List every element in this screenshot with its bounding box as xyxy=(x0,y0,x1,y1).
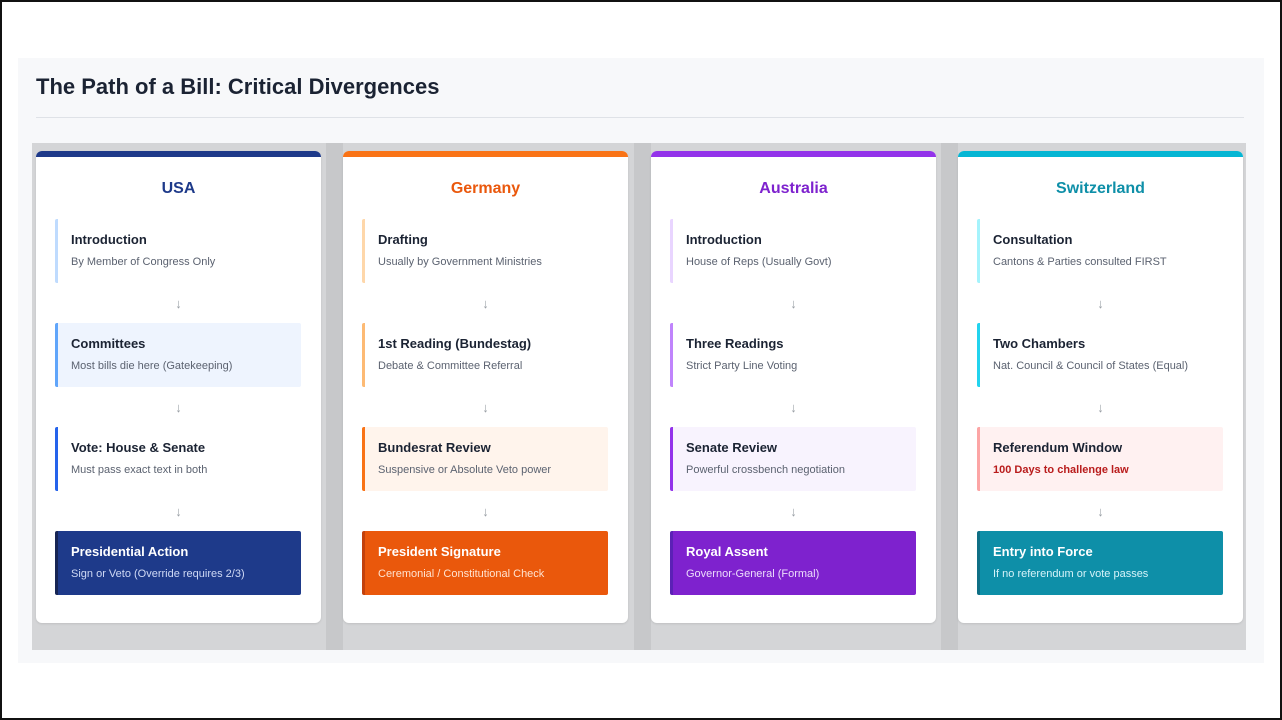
comparison-stage: USA Introduction By Member of Congress O… xyxy=(32,143,1246,650)
step-description: Governor-General (Formal) xyxy=(686,568,820,580)
down-arrow-icon: ↓ xyxy=(175,296,182,311)
country-title: USA xyxy=(161,180,196,197)
step-description: Sign or Veto (Override requires 2/3) xyxy=(71,568,245,580)
country-title: Germany xyxy=(450,180,521,197)
step-description: Most bills die here (Gatekeeping) xyxy=(71,360,233,372)
step-description: Nat. Council & Council of States (Equal) xyxy=(993,360,1189,372)
step-title: Entry into Force xyxy=(993,544,1093,559)
step-title: Introduction xyxy=(686,232,762,247)
title-divider xyxy=(36,117,1244,118)
down-arrow-icon: ↓ xyxy=(790,504,797,519)
down-arrow-icon: ↓ xyxy=(482,400,489,415)
down-arrow-icon: ↓ xyxy=(175,504,182,519)
country-title: Australia xyxy=(759,180,828,197)
step-card-final: Royal Assent Governor-General (Formal) xyxy=(670,531,916,595)
down-arrow-icon: ↓ xyxy=(482,504,489,519)
card-accent-bar xyxy=(651,151,936,157)
step-title: Vote: House & Senate xyxy=(71,440,206,455)
step-title: Introduction xyxy=(71,232,147,247)
step-description: Must pass exact text in both xyxy=(71,464,208,476)
step-card: Three Readings Strict Party Line Voting xyxy=(670,323,916,387)
step-description: House of Reps (Usually Govt) xyxy=(686,256,832,268)
country-title: Switzerland xyxy=(1056,180,1145,197)
step-title: Committees xyxy=(71,336,146,351)
step-card: Vote: House & Senate Must pass exact tex… xyxy=(55,427,301,491)
step-description: Suspensive or Absolute Veto power xyxy=(378,464,552,476)
step-description: 100 Days to challenge law xyxy=(993,464,1129,476)
step-description: Powerful crossbench negotiation xyxy=(686,464,845,476)
card-accent-bar xyxy=(36,151,321,157)
step-title: Bundesrat Review xyxy=(378,440,491,455)
step-card-alert: Referendum Window 100 Days to challenge … xyxy=(977,427,1223,491)
step-title: Senate Review xyxy=(686,440,778,455)
column-gutter xyxy=(634,143,651,650)
step-title: President Signature xyxy=(378,544,501,559)
step-title: Consultation xyxy=(993,232,1073,247)
step-card: Consultation Cantons & Parties consulted… xyxy=(977,219,1223,283)
card-accent-bar xyxy=(343,151,628,157)
step-description: Ceremonial / Constitutional Check xyxy=(378,568,545,580)
step-card: 1st Reading (Bundestag) Debate & Committ… xyxy=(362,323,608,387)
step-card: Introduction By Member of Congress Only xyxy=(55,219,301,283)
step-title: Presidential Action xyxy=(71,544,189,559)
step-description: Usually by Government Ministries xyxy=(378,256,542,268)
down-arrow-icon: ↓ xyxy=(175,400,182,415)
down-arrow-icon: ↓ xyxy=(1097,296,1104,311)
column-gutter xyxy=(941,143,958,650)
step-card-final: Entry into Force If no referendum or vot… xyxy=(977,531,1223,595)
step-description: Debate & Committee Referral xyxy=(378,360,523,372)
step-description: Strict Party Line Voting xyxy=(686,360,798,372)
step-description: Cantons & Parties consulted FIRST xyxy=(993,256,1167,268)
country-card-usa: USA Introduction By Member of Congress O… xyxy=(36,151,321,623)
step-title: Three Readings xyxy=(686,336,784,351)
down-arrow-icon: ↓ xyxy=(482,296,489,311)
step-title: Drafting xyxy=(378,232,428,247)
step-card-final: President Signature Ceremonial / Constit… xyxy=(362,531,608,595)
step-description: If no referendum or vote passes xyxy=(993,568,1149,580)
page-title: The Path of a Bill: Critical Divergences xyxy=(36,74,440,99)
down-arrow-icon: ↓ xyxy=(790,400,797,415)
down-arrow-icon: ↓ xyxy=(1097,504,1104,519)
card-accent-bar xyxy=(958,151,1243,157)
step-card: Introduction House of Reps (Usually Govt… xyxy=(670,219,916,283)
country-card-switzerland: Switzerland Consultation Cantons & Parti… xyxy=(958,151,1243,623)
step-title: Two Chambers xyxy=(993,336,1086,351)
step-card: Drafting Usually by Government Ministrie… xyxy=(362,219,608,283)
down-arrow-icon: ↓ xyxy=(1097,400,1104,415)
slide: The Path of a Bill: Critical Divergences… xyxy=(18,58,1264,663)
step-card: Bundesrat Review Suspensive or Absolute … xyxy=(362,427,608,491)
step-title: Royal Assent xyxy=(686,544,768,559)
step-card-final: Presidential Action Sign or Veto (Overri… xyxy=(55,531,301,595)
country-card-germany: Germany Drafting Usually by Government M… xyxy=(343,151,628,623)
step-card: Two Chambers Nat. Council & Council of S… xyxy=(977,323,1223,387)
step-title: 1st Reading (Bundestag) xyxy=(378,336,532,351)
step-title: Referendum Window xyxy=(993,440,1123,455)
column-gutter xyxy=(326,143,343,650)
step-description: By Member of Congress Only xyxy=(71,256,216,268)
step-card: Committees Most bills die here (Gatekeep… xyxy=(55,323,301,387)
country-card-australia: Australia Introduction House of Reps (Us… xyxy=(651,151,936,623)
down-arrow-icon: ↓ xyxy=(790,296,797,311)
step-card: Senate Review Powerful crossbench negoti… xyxy=(670,427,916,491)
